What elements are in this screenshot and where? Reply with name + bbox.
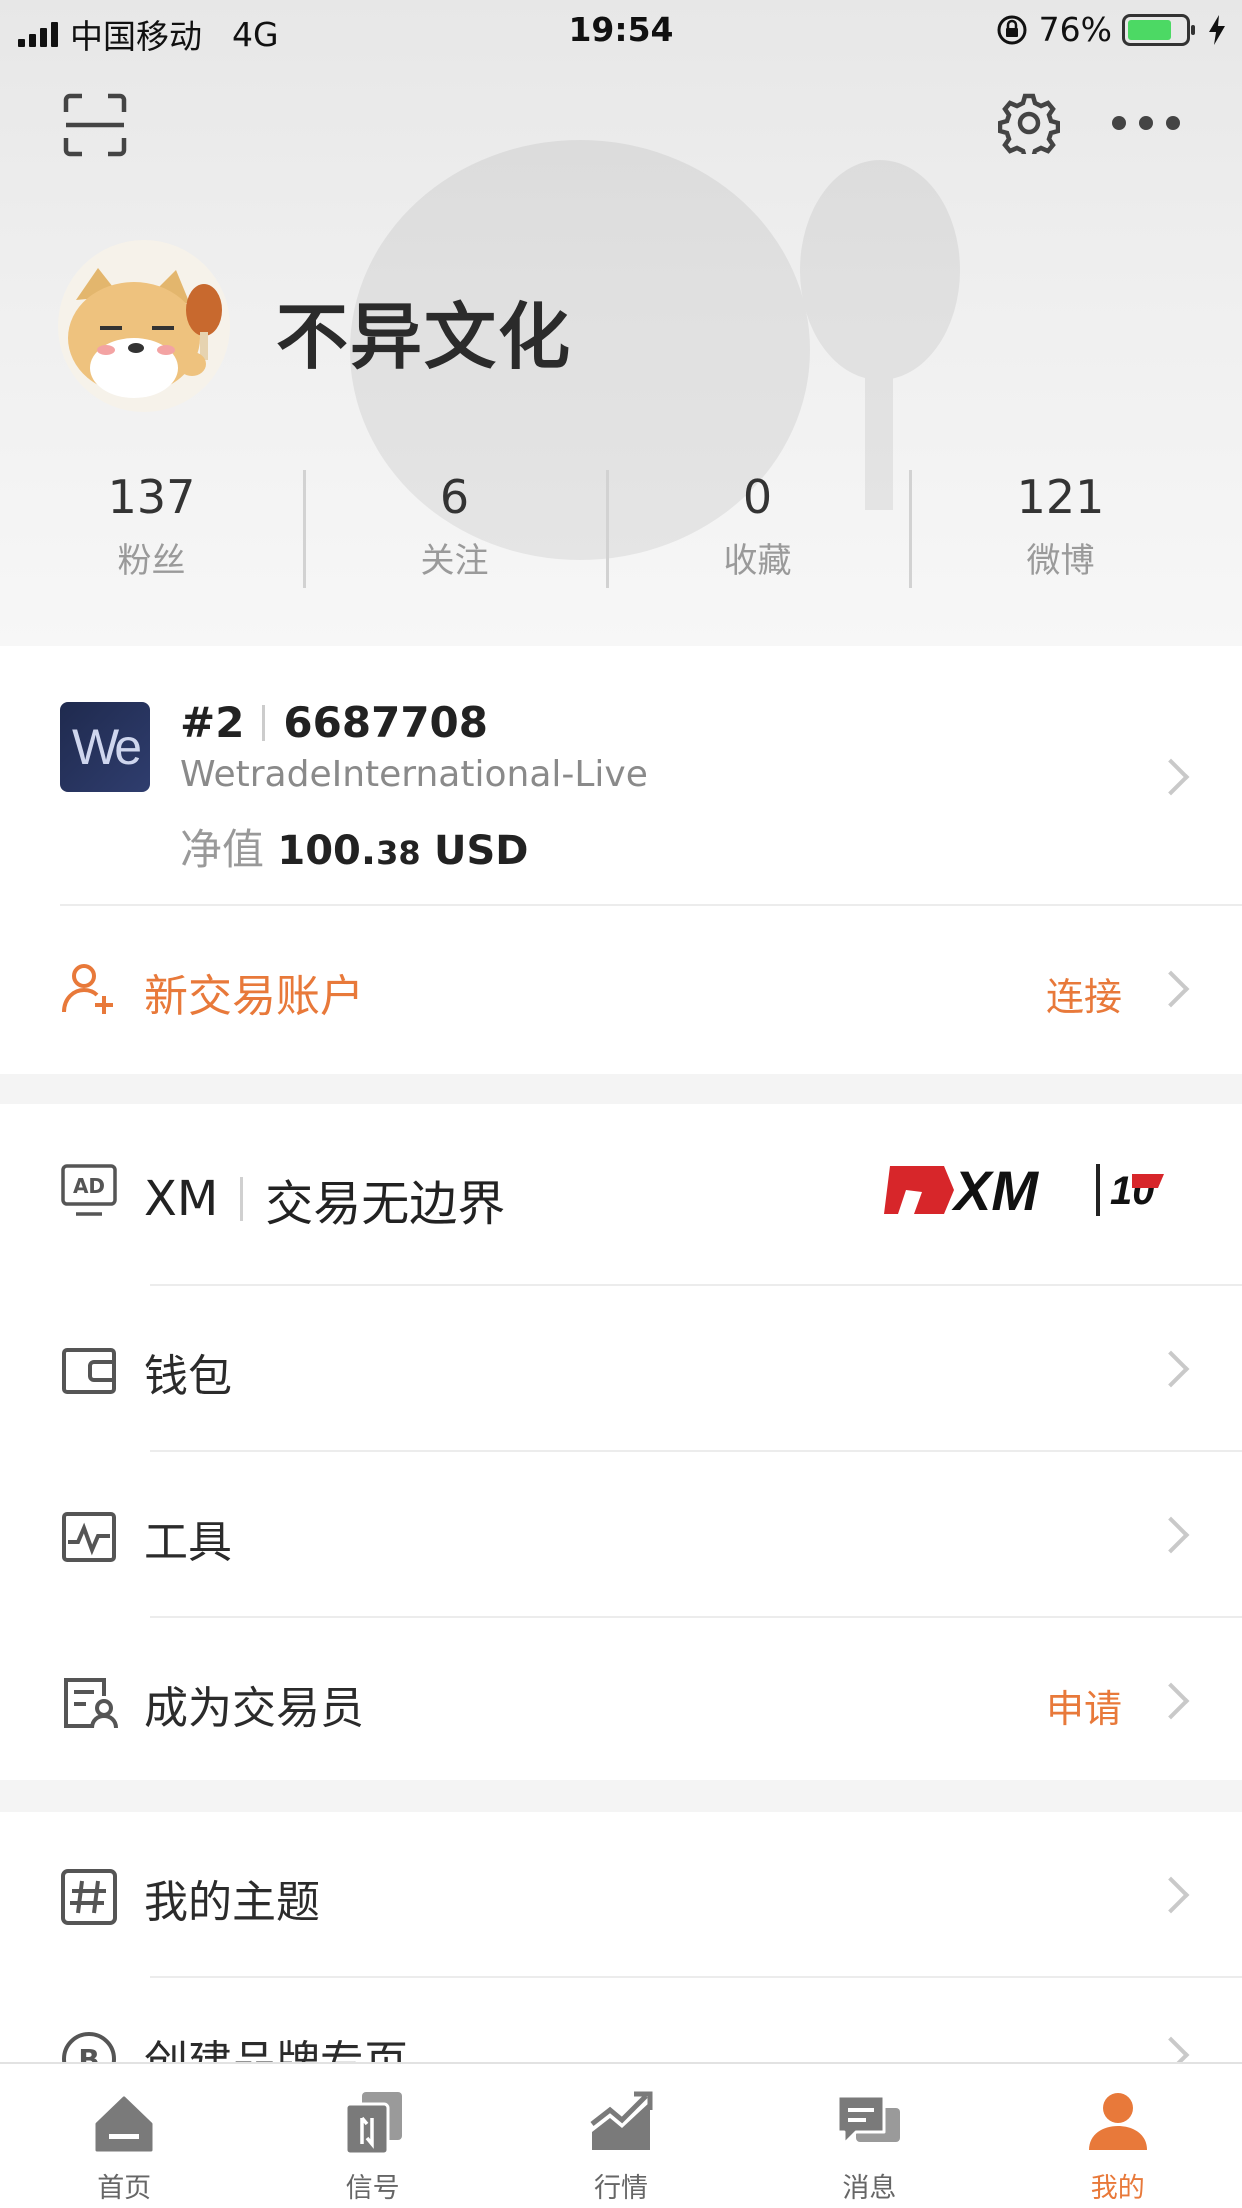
- account-server: WetradeInternational-Live: [180, 754, 648, 795]
- menu-item-wallet[interactable]: 钱包: [0, 1286, 1242, 1452]
- stat-label: 关注: [420, 540, 489, 581]
- svg-text:AD: AD: [73, 1174, 105, 1198]
- menu-item-label: 我的主题: [144, 1877, 320, 1928]
- dog-mascot-icon: [68, 268, 222, 398]
- menu-item-my-topics[interactable]: 我的主题: [0, 1812, 1242, 1978]
- menu-section-1: AD XM 交易无边界 XM 10 钱包 工具 成为交易员 申请: [0, 1104, 1242, 1780]
- account-equity: 净值 100.38 USD: [180, 816, 528, 877]
- battery-icon: [1122, 13, 1195, 46]
- stat-followers[interactable]: 137 粉丝: [0, 464, 303, 594]
- menu-item-tools[interactable]: 工具: [0, 1452, 1242, 1618]
- battery-percent: 76%: [1038, 10, 1112, 49]
- account-id-line: #2 6687708: [180, 698, 488, 747]
- stat-value: 6: [439, 470, 470, 524]
- more-icon[interactable]: [1112, 116, 1180, 136]
- stat-label: 粉丝: [117, 540, 186, 581]
- menu-item-label: 工具: [144, 1517, 232, 1568]
- stat-value: 121: [1016, 470, 1105, 524]
- home-icon: [95, 2096, 153, 2152]
- tab-market[interactable]: 行情: [497, 2064, 745, 2208]
- new-account-label: 新交易账户: [144, 971, 364, 1022]
- scan-icon[interactable]: [62, 92, 128, 158]
- add-user-icon: [62, 964, 113, 1014]
- tab-home[interactable]: 首页: [0, 2064, 248, 2208]
- chevron-right-icon: [1152, 1516, 1190, 1554]
- status-bar: 中国移动 4G 19:54 76%: [0, 0, 1242, 62]
- xm-logo-text: XM: [951, 1160, 1039, 1220]
- tab-me[interactable]: 我的: [994, 2064, 1242, 2208]
- orientation-lock-icon: [997, 15, 1027, 44]
- stat-label: 收藏: [723, 540, 792, 581]
- stat-label: 微博: [1026, 540, 1095, 581]
- tab-label: 我的: [1090, 2173, 1145, 2204]
- stat-favorites[interactable]: 0 收藏: [606, 464, 909, 594]
- equity-currency: USD: [433, 828, 529, 874]
- stat-value: 0: [742, 470, 773, 524]
- ad-banner-row[interactable]: AD XM 交易无边界 XM 10: [0, 1104, 1242, 1284]
- ad-brand-name: XM: [144, 1171, 219, 1227]
- wallet-icon: [62, 1348, 116, 1394]
- tab-label: 消息: [842, 2173, 897, 2204]
- gear-icon[interactable]: [998, 92, 1060, 154]
- xm-logo: XM 10: [884, 1160, 1164, 1220]
- chevron-right-icon: [1152, 1350, 1190, 1388]
- trading-account-card: We #2 6687708 WetradeInternational-Live …: [0, 646, 1242, 1074]
- account-rank: #2: [180, 698, 245, 747]
- equity-decimal: 38: [376, 834, 421, 872]
- new-account-row[interactable]: 新交易账户 连接: [0, 906, 1242, 1072]
- equity-int: 100.: [277, 828, 377, 874]
- menu-section-2: 我的主题 B 创建品牌专页: [0, 1812, 1242, 2088]
- signals-icon: [344, 2092, 402, 2156]
- menu-item-become-trader[interactable]: 成为交易员 申请: [0, 1618, 1242, 1784]
- profile-header: 中国移动 4G 19:54 76% 不异文化 137 粉丝 6 关注 0 收藏 …: [0, 0, 1242, 646]
- account-number: 6687708: [283, 698, 488, 747]
- charging-icon: [1209, 14, 1225, 45]
- battery-level: [1128, 19, 1171, 40]
- chevron-right-icon: [1152, 1682, 1190, 1720]
- market-chart-icon: [590, 2091, 653, 2150]
- stat-posts[interactable]: 121 微博: [909, 464, 1212, 594]
- account-row[interactable]: We #2 6687708 WetradeInternational-Live …: [0, 646, 1242, 902]
- user-icon: [1088, 2093, 1147, 2150]
- stat-following[interactable]: 6 关注: [303, 464, 606, 594]
- hashtag-icon: [61, 1869, 117, 1925]
- tab-label: 行情: [593, 2173, 648, 2204]
- chevron-right-icon: [1152, 758, 1190, 796]
- connect-button[interactable]: 连接: [1046, 966, 1122, 1021]
- ad-icon: AD: [61, 1164, 117, 1216]
- menu-item-label: 成为交易员: [144, 1683, 364, 1734]
- stat-value: 137: [107, 470, 196, 524]
- username: 不异文化: [276, 295, 573, 379]
- separator: [240, 1177, 244, 1221]
- messages-icon: [836, 2094, 901, 2146]
- tab-label: 首页: [97, 2173, 152, 2204]
- broker-logo: We: [60, 702, 150, 792]
- ad-slogan: 交易无边界: [265, 1176, 506, 1232]
- trader-profile-icon: [64, 1678, 118, 1729]
- chevron-right-icon: [1152, 970, 1190, 1008]
- equity-label: 净值: [180, 825, 265, 874]
- separator: [262, 704, 266, 741]
- bottom-tab-bar: 首页 信号 行情 消息 我的: [0, 2062, 1242, 2208]
- chevron-right-icon: [1152, 1876, 1190, 1914]
- ad-brand: XM 交易无边界: [144, 1164, 505, 1234]
- apply-button[interactable]: 申请: [1046, 1678, 1122, 1733]
- avatar[interactable]: [58, 240, 230, 412]
- menu-item-label: 钱包: [144, 1351, 232, 1402]
- tab-messages[interactable]: 消息: [745, 2064, 993, 2208]
- tools-chart-icon: [62, 1512, 116, 1562]
- tab-label: 信号: [345, 2173, 400, 2204]
- profile-stats: 137 粉丝 6 关注 0 收藏 121 微博: [0, 464, 1242, 594]
- tab-signals[interactable]: 信号: [248, 2064, 496, 2208]
